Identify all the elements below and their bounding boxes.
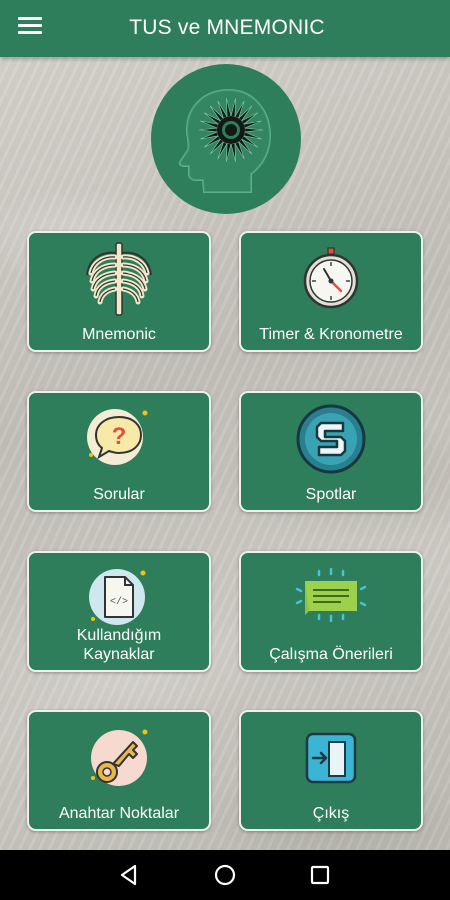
menu-card-anahtar[interactable]: Anahtar Noktalar — [27, 710, 211, 831]
ribcage-icon — [29, 239, 209, 319]
announcement-message-icon — [241, 559, 421, 639]
system-navigation-bar — [0, 850, 450, 900]
main-content: Mnemonic Timer & Kronometre ? Sorular Sp… — [0, 57, 450, 850]
menu-card-cikis[interactable]: Çıkış — [239, 710, 423, 831]
menu-card-label: Timer & Kronometre — [259, 326, 403, 343]
stopwatch-icon — [241, 239, 421, 319]
recents-icon[interactable] — [307, 862, 333, 888]
exit-door-icon — [241, 718, 421, 798]
brain-head-logo-icon — [151, 64, 301, 214]
menu-card-label: Mnemonic — [82, 326, 156, 343]
question-bubble-icon: ? — [29, 399, 209, 479]
menu-card-kaynaklar[interactable]: </> Kullandığım Kaynaklar — [27, 551, 211, 672]
app-bar: TUS ve MNEMONIC — [0, 0, 450, 57]
menu-card-mnemonic[interactable]: Mnemonic — [27, 231, 211, 352]
menu-card-label: Sorular — [93, 486, 145, 503]
menu-card-label: Kullandığım Kaynaklar — [76, 627, 162, 663]
app-title: TUS ve MNEMONIC — [129, 16, 325, 39]
svg-text:</>: </> — [110, 596, 128, 608]
menu-card-label: Spotlar — [305, 486, 357, 503]
menu-card-label: Anahtar Noktalar — [58, 805, 180, 822]
home-icon[interactable] — [212, 862, 238, 888]
menu-card-label: Çıkış — [312, 805, 350, 822]
key-icon — [29, 718, 209, 798]
menu-card-label: Çalışma Önerileri — [269, 646, 393, 663]
menu-card-oneriler[interactable]: Çalışma Önerileri — [239, 551, 423, 672]
menu-card-timer[interactable]: Timer & Kronometre — [239, 231, 423, 352]
back-icon[interactable] — [116, 862, 142, 888]
menu-card-spotlar[interactable]: Spotlar — [239, 391, 423, 512]
svg-text:?: ? — [112, 423, 127, 450]
menu-card-sorular[interactable]: ? Sorular — [27, 391, 211, 512]
s-badge-icon — [241, 399, 421, 479]
